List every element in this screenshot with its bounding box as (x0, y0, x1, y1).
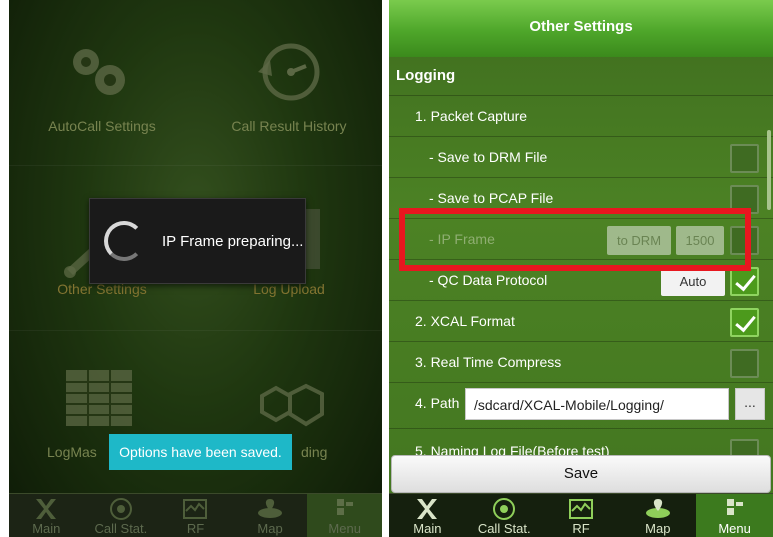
nav-map[interactable]: Map (233, 494, 308, 537)
row-xcal-format[interactable]: 2. XCAL Format (389, 300, 773, 341)
row-packet-capture: 1. Packet Capture (389, 95, 773, 136)
row-label: 4. Path (415, 395, 460, 411)
browse-button[interactable]: ... (735, 388, 765, 420)
rf-icon (183, 499, 208, 519)
nav-label: RF (572, 521, 590, 536)
nav-menu[interactable]: Menu (307, 494, 382, 537)
call-stat-icon (109, 498, 132, 520)
qc-protocol-select[interactable]: Auto (661, 267, 725, 296)
toast-message: Options have been saved. (109, 434, 292, 470)
nav-main[interactable]: Main (389, 494, 466, 537)
spinner-icon (104, 221, 144, 261)
row-label: 1. Packet Capture (415, 108, 528, 124)
row-label: - Save to DRM File (429, 149, 548, 165)
map-icon (645, 499, 670, 518)
save-button[interactable]: Save (391, 455, 771, 493)
bottom-nav: Main Call Stat. RF Map Menu (389, 493, 773, 537)
nav-rf[interactable]: RF (543, 494, 620, 537)
xcal-icon (417, 499, 438, 519)
menu-icon (336, 499, 353, 515)
realtime-compress-checkbox[interactable] (730, 349, 759, 378)
path-input[interactable]: /sdcard/XCAL-Mobile/Logging/ (465, 388, 729, 420)
scrollbar[interactable] (767, 130, 771, 210)
nav-label: Main (413, 521, 442, 536)
row-path: 4. Path /sdcard/XCAL-Mobile/Logging/ ... (389, 382, 773, 428)
nav-label: Map (645, 521, 671, 536)
nav-map[interactable]: Map (619, 494, 696, 537)
nav-label: Call Stat. (94, 521, 148, 536)
nav-menu[interactable]: Menu (696, 494, 773, 537)
nav-call-stat[interactable]: Call Stat. (466, 494, 543, 537)
menu-icon (726, 499, 743, 515)
save-drm-checkbox[interactable] (730, 144, 759, 173)
rf-icon (568, 499, 593, 519)
highlight-box (399, 208, 751, 271)
row-save-drm[interactable]: - Save to DRM File (389, 136, 773, 177)
progress-text: IP Frame preparing... (162, 233, 304, 250)
header-bar: Other Settings (389, 0, 773, 57)
nav-label: Menu (328, 521, 361, 536)
row-label: - QC Data Protocol (429, 272, 548, 288)
map-icon (258, 499, 283, 518)
page-title: Other Settings (529, 18, 633, 35)
nav-label: Menu (718, 521, 751, 536)
row-label: 3. Real Time Compress (415, 354, 562, 370)
nav-label: Map (257, 521, 283, 536)
row-realtime-compress[interactable]: 3. Real Time Compress (389, 341, 773, 382)
nav-label: Call Stat. (477, 521, 531, 536)
nav-rf[interactable]: RF (158, 494, 233, 537)
xcal-icon (36, 499, 57, 519)
nav-call-stat[interactable]: Call Stat. (84, 494, 159, 537)
nav-main[interactable]: Main (9, 494, 84, 537)
nav-label: Main (32, 521, 61, 536)
left-menu-screen: AutoCall Settings Call Result History Ot… (9, 0, 382, 537)
qc-protocol-checkbox[interactable] (730, 267, 759, 296)
row-label: - Save to PCAP File (429, 190, 554, 206)
call-stat-icon (493, 498, 516, 520)
bottom-nav: Main Call Stat. RF Map Menu (9, 493, 382, 537)
xcal-format-checkbox[interactable] (730, 308, 759, 337)
nav-label: RF (186, 521, 205, 536)
progress-dialog: IP Frame preparing... (89, 198, 306, 284)
row-label: 2. XCAL Format (415, 313, 515, 329)
section-title: Logging (396, 67, 456, 84)
